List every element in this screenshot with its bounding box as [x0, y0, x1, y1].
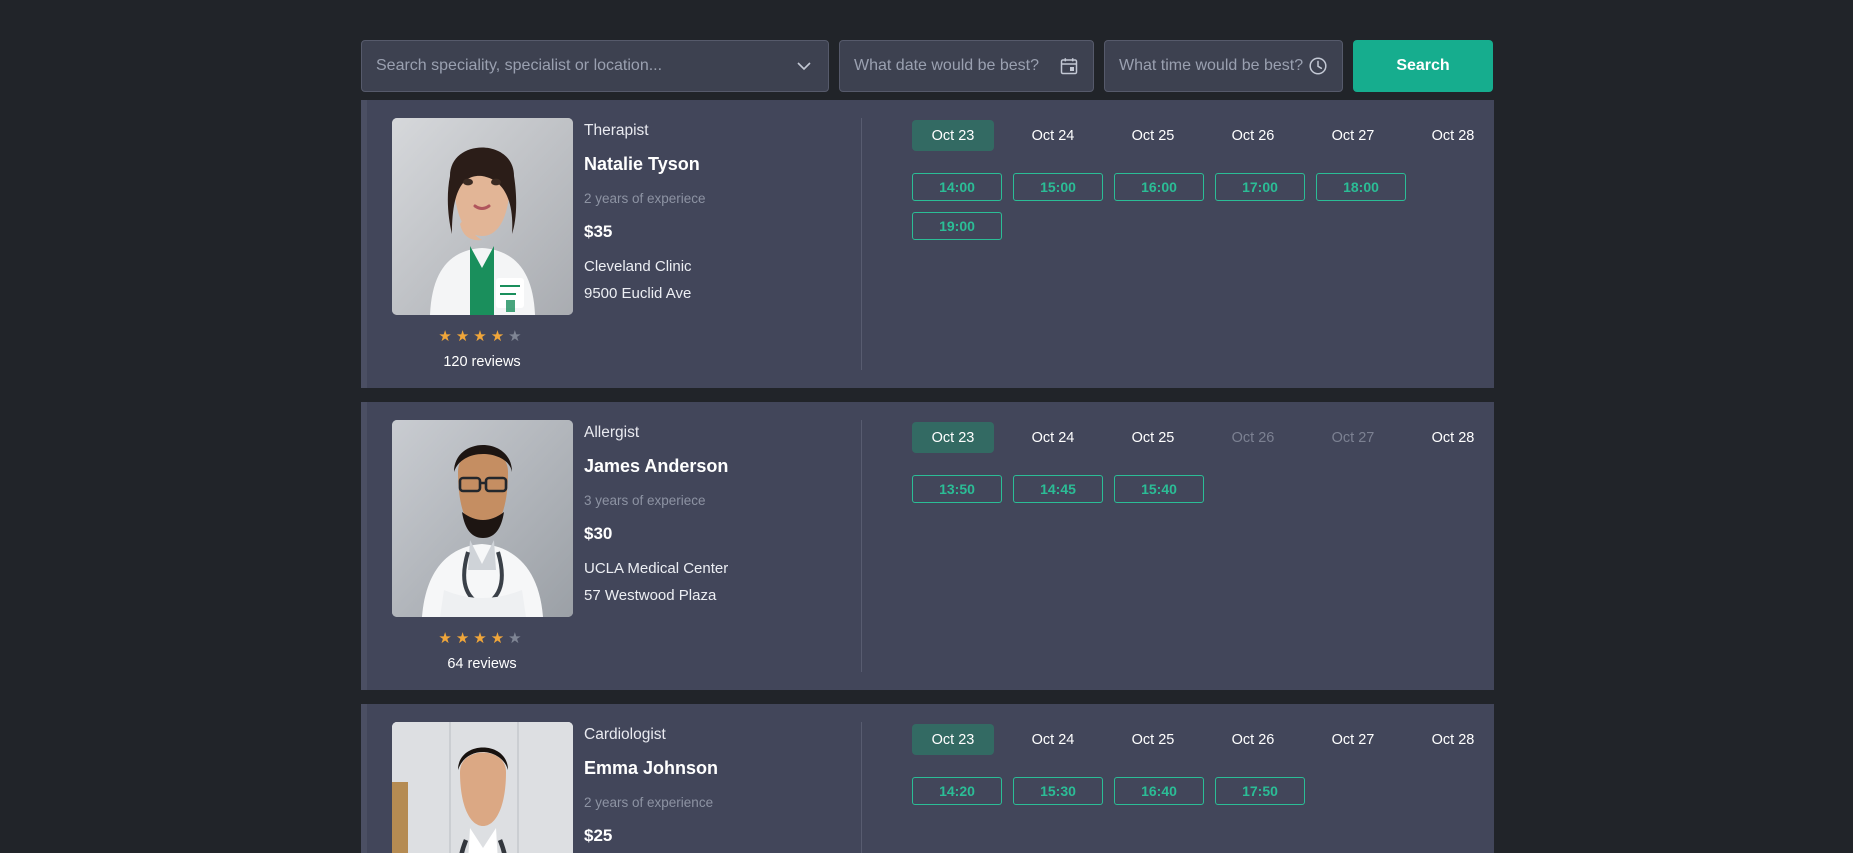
doctor-card: ★★★★★ Cardiologist Emma Johnson 2 years …	[361, 704, 1494, 853]
consultation-price: $25	[584, 826, 613, 845]
doctor-photo	[391, 118, 573, 315]
doctor-experience: 2 years of experiece	[584, 191, 706, 206]
date-tab[interactable]: Oct 23	[912, 724, 994, 755]
date-tab[interactable]: Oct 28	[1412, 120, 1494, 151]
clock-icon[interactable]	[1308, 56, 1328, 76]
rating-stars: ★★★★★	[438, 329, 525, 344]
time-slots: 14:00 15:00 16:00 17:00 18:00 19:00	[912, 173, 1472, 240]
time-slot-button[interactable]: 15:30	[1013, 777, 1103, 805]
clinic-address: 9500 Euclid Ave	[584, 285, 692, 302]
time-slot-button[interactable]: 14:00	[912, 173, 1002, 201]
time-slot-button[interactable]: 17:00	[1215, 173, 1305, 201]
date-tab[interactable]: Oct 27	[1312, 120, 1394, 151]
rating-star: ★	[490, 328, 509, 345]
date-tab[interactable]: Oct 23	[912, 120, 994, 151]
time-slot-button[interactable]: 17:50	[1215, 777, 1305, 805]
date-tabs: Oct 23 Oct 24 Oct 25 Oct 26 Oct 27 Oct 28	[912, 422, 1512, 453]
date-tab: Oct 26	[1231, 429, 1275, 446]
date-tab[interactable]: Oct 25	[1112, 120, 1194, 151]
date-tab[interactable]: Oct 24	[1012, 422, 1094, 453]
doctor-specialty: Therapist	[584, 122, 649, 139]
doctor-schedule-column: Oct 23 Oct 24 Oct 25 Oct 26 Oct 27 Oct 28 14:…	[862, 722, 1512, 853]
doctor-card: ★★★★★ 120 reviews Therapist Natalie Tyso…	[361, 100, 1494, 388]
chevron-down-icon[interactable]	[794, 56, 814, 76]
doctor-card: ★★★★★ 64 reviews Allergist James Anderso…	[361, 402, 1494, 690]
appointment-booking-page: Search speciality, specialist or locatio…	[0, 0, 1853, 853]
rating-star: ★	[455, 328, 474, 345]
doctor-photo-column: ★★★★★ 64 reviews	[367, 420, 573, 672]
date-tabs: Oct 23 Oct 24 Oct 25 Oct 26 Oct 27 Oct 28	[912, 724, 1512, 755]
time-search-input[interactable]: What time would be best?	[1104, 40, 1343, 92]
doctor-name: Natalie Tyson	[584, 154, 700, 174]
rating-star: ★	[508, 328, 526, 345]
rating-star: ★	[438, 630, 456, 647]
consultation-price: $35	[584, 222, 613, 241]
rating-star: ★	[438, 328, 456, 345]
date-tabs: Oct 23 Oct 24 Oct 25 Oct 26 Oct 27 Oct 28	[912, 120, 1512, 151]
time-slot-button[interactable]: 14:20	[912, 777, 1002, 805]
time-slot-button[interactable]: 16:00	[1114, 173, 1204, 201]
doctor-photo-column: ★★★★★	[367, 722, 573, 853]
doctor-name: Emma Johnson	[584, 758, 719, 778]
rating-stars: ★★★★★	[438, 631, 525, 646]
doctor-photo-column: ★★★★★ 120 reviews	[367, 118, 573, 370]
date-tab: Oct 27	[1331, 429, 1375, 446]
date-tab[interactable]: Oct 26	[1212, 120, 1294, 151]
speciality-search-input[interactable]: Search speciality, specialist or locatio…	[361, 40, 829, 92]
date-tab[interactable]: Oct 25	[1112, 422, 1194, 453]
consultation-price: $30	[584, 524, 613, 543]
time-slots: 14:20 15:30 16:40 17:50	[912, 777, 1472, 805]
date-tab[interactable]: Oct 27	[1312, 724, 1394, 755]
clinic-address: 57 Westwood Plaza	[584, 587, 717, 604]
rating-star: ★	[508, 630, 526, 647]
time-slot-button[interactable]: 15:40	[1114, 475, 1204, 503]
rating-star: ★	[455, 630, 474, 647]
time-slot-button[interactable]: 18:00	[1316, 173, 1406, 201]
search-button[interactable]: Search	[1353, 40, 1493, 92]
doctor-schedule-column: Oct 23 Oct 24 Oct 25 Oct 26 Oct 27 Oct 28 14:…	[862, 118, 1512, 370]
clinic-name: UCLA Medical Center	[584, 560, 729, 577]
time-slot-button[interactable]: 15:00	[1013, 173, 1103, 201]
doctor-specialty: Cardiologist	[584, 726, 666, 743]
rating-star: ★	[473, 328, 491, 345]
date-placeholder: What date would be best?	[854, 57, 1040, 74]
doctor-results-list: ★★★★★ 120 reviews Therapist Natalie Tyso…	[361, 100, 1494, 853]
rating-star: ★	[490, 630, 509, 647]
doctor-specialty: Allergist	[584, 424, 640, 441]
time-slots: 13:50 14:45 15:40	[912, 475, 1472, 503]
doctor-info-column: Cardiologist Emma Johnson 2 years of exp…	[572, 722, 862, 853]
date-tab[interactable]: Oct 28	[1412, 724, 1494, 755]
doctor-photo	[391, 722, 573, 853]
doctor-info-column: Therapist Natalie Tyson 2 years of exper…	[572, 118, 862, 370]
reviews-count: 120 reviews	[443, 354, 521, 370]
date-search-input[interactable]: What date would be best?	[839, 40, 1094, 92]
time-slot-button[interactable]: 13:50	[912, 475, 1002, 503]
search-bar: Search speciality, specialist or locatio…	[361, 40, 1494, 92]
doctor-experience: 3 years of experiece	[584, 493, 706, 508]
date-tab[interactable]: Oct 23	[912, 422, 994, 453]
calendar-icon[interactable]	[1059, 56, 1079, 76]
date-tab[interactable]: Oct 25	[1112, 724, 1194, 755]
time-placeholder: What time would be best?	[1119, 57, 1304, 74]
speciality-placeholder: Search speciality, specialist or locatio…	[376, 57, 663, 74]
doctor-schedule-column: Oct 23 Oct 24 Oct 25 Oct 26 Oct 27 Oct 28 13:…	[862, 420, 1512, 672]
reviews-count: 64 reviews	[447, 656, 517, 672]
time-slot-button[interactable]: 16:40	[1114, 777, 1204, 805]
doctor-photo	[391, 420, 573, 617]
time-slot-button[interactable]: 19:00	[912, 212, 1002, 240]
rating-star: ★	[473, 630, 491, 647]
doctor-experience: 2 years of experience	[584, 795, 714, 810]
clinic-name: Cleveland Clinic	[584, 258, 692, 275]
date-tab[interactable]: Oct 26	[1212, 724, 1294, 755]
date-tab[interactable]: Oct 24	[1012, 724, 1094, 755]
time-slot-button[interactable]: 14:45	[1013, 475, 1103, 503]
date-tab[interactable]: Oct 24	[1012, 120, 1094, 151]
doctor-name: James Anderson	[584, 456, 729, 476]
doctor-info-column: Allergist James Anderson 3 years of expe…	[572, 420, 862, 672]
date-tab[interactable]: Oct 28	[1412, 422, 1494, 453]
